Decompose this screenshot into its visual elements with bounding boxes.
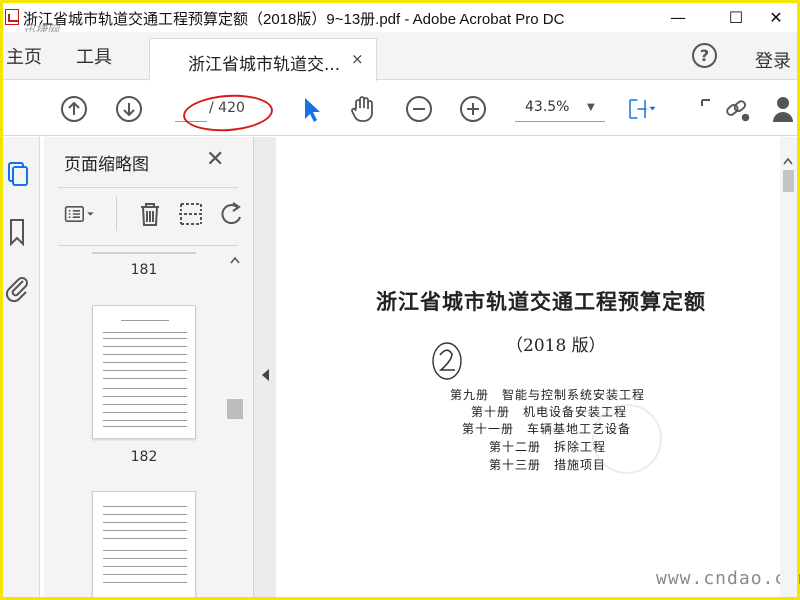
collapse-panel-icon[interactable]: [262, 369, 269, 381]
panel-title: 页面缩略图: [64, 155, 149, 175]
fit-page-icon[interactable]: [627, 94, 657, 124]
thumbnail-options-icon[interactable]: [64, 199, 96, 229]
thumbnail-page[interactable]: [92, 491, 196, 597]
tab-row: 主页 工具 浙江省城市轨道交... × ? 登录: [3, 32, 797, 81]
share-icon[interactable]: [770, 94, 800, 124]
close-tab-icon[interactable]: ×: [351, 50, 364, 68]
minimize-button[interactable]: —: [655, 3, 701, 32]
main-toolbar: / 420 43.5% ▼: [3, 81, 797, 136]
trash-icon[interactable]: [134, 199, 166, 229]
help-icon[interactable]: ?: [692, 43, 717, 68]
document-heading: 浙江省城市轨道交通工程预算定额: [376, 289, 706, 314]
document-scrollbar-thumb[interactable]: [783, 170, 794, 192]
acrobat-app-icon: [5, 9, 19, 25]
tools-tab[interactable]: 工具: [76, 43, 112, 69]
zoom-select[interactable]: 43.5% ▼: [515, 96, 605, 122]
thumbnail-list: 181 182: [44, 246, 242, 597]
select-arrow-icon[interactable]: [296, 94, 326, 124]
close-panel-icon[interactable]: ✕: [206, 147, 224, 172]
document-tab[interactable]: 浙江省城市轨道交... ×: [149, 38, 377, 81]
hand-icon[interactable]: [348, 94, 378, 124]
zoom-in-icon[interactable]: [458, 94, 488, 124]
scroll-up-icon[interactable]: [783, 157, 793, 165]
thumbnails-panel: 页面缩略图 ✕ 181 182: [44, 137, 254, 597]
scroll-up-icon[interactable]: [230, 256, 240, 264]
next-page-icon[interactable]: [114, 94, 144, 124]
page-thumbnails-icon[interactable]: [3, 159, 33, 189]
title-bar: 浙江省城市轨道交通工程预算定额（2018版）9~13册.pdf - Adobe …: [3, 3, 799, 37]
document-view: [276, 137, 780, 597]
thumbnail-page-edge: [92, 252, 196, 254]
divider: [116, 197, 117, 231]
edit-tool-icon[interactable]: [696, 94, 726, 124]
thumbnail-scrollbar[interactable]: [227, 252, 243, 597]
chevron-down-icon: ▼: [587, 102, 595, 113]
home-tab[interactable]: 主页: [6, 43, 42, 69]
document-scrollbar[interactable]: [780, 137, 797, 597]
window-title: 浙江省城市轨道交通工程预算定额（2018版）9~13册.pdf - Adobe …: [23, 11, 565, 28]
document-edition: （2018 版）: [506, 336, 606, 356]
link-tool-icon[interactable]: [723, 94, 753, 124]
divider: [58, 187, 238, 188]
thumbnail-label: 182: [130, 449, 158, 465]
close-window-button[interactable]: ✕: [753, 3, 799, 32]
thumbnail-label: 181: [130, 262, 158, 278]
thumbnail-page[interactable]: [92, 305, 196, 439]
attachment-icon[interactable]: [3, 273, 33, 303]
extract-page-icon[interactable]: [176, 199, 208, 229]
zoom-out-icon[interactable]: [404, 94, 434, 124]
bookmark-icon[interactable]: [3, 217, 33, 247]
zoom-value: 43.5%: [525, 99, 570, 115]
rotate-icon[interactable]: [216, 199, 248, 229]
faint-stamp: [592, 404, 662, 474]
panel-divider[interactable]: [254, 137, 276, 597]
left-rail: [3, 137, 40, 597]
login-button[interactable]: 登录: [755, 47, 791, 73]
site-watermark: www.cndao.com: [656, 568, 800, 589]
thumbnail-scrollbar-thumb[interactable]: [227, 399, 243, 419]
prev-page-icon[interactable]: [59, 94, 89, 124]
handwritten-mark: [432, 342, 462, 380]
volume-line: 第十三册 措施项目: [489, 458, 607, 472]
document-tab-label: 浙江省城市轨道交...: [188, 55, 341, 75]
volume-line: 第十二册 拆除工程: [489, 440, 607, 454]
volume-line: 第九册 智能与控制系统安装工程: [450, 388, 646, 402]
